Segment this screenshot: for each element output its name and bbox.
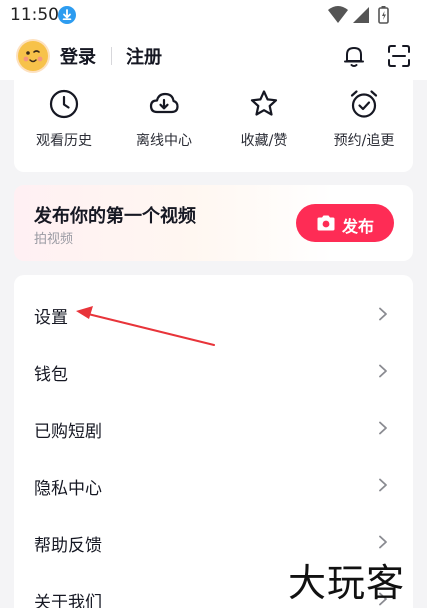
- chevron-right-icon: [379, 421, 387, 435]
- tile-watch-history[interactable]: 观看历史: [14, 80, 114, 172]
- menu-item-label: 帮助反馈: [34, 536, 102, 556]
- tile-offline-center[interactable]: 离线中心: [114, 80, 214, 172]
- publish-card: 发布你的第一个视频 拍视频 发布: [14, 185, 413, 261]
- chevron-right-icon: [379, 535, 387, 549]
- bell-icon[interactable]: [340, 42, 368, 70]
- cellular-icon: [353, 7, 369, 23]
- star-icon: [250, 90, 278, 116]
- menu-item-label: 关于我们: [34, 593, 102, 608]
- tile-label: 预约/追更: [333, 133, 395, 149]
- publish-button[interactable]: 发布: [296, 204, 394, 242]
- tile-favorites-likes[interactable]: 收藏/赞: [214, 80, 314, 172]
- menu-item-label: 钱包: [34, 365, 68, 385]
- tile-label: 观看历史: [36, 133, 92, 149]
- download-badge-icon: [58, 6, 76, 24]
- tile-label: 离线中心: [136, 133, 192, 149]
- tile-reservations[interactable]: 预约/追更: [314, 80, 414, 172]
- quick-tiles-card: 观看历史 离线中心 收藏/赞 预约/追更: [14, 80, 413, 172]
- chevron-right-icon: [379, 364, 387, 378]
- publish-title: 发布你的第一个视频: [34, 206, 196, 227]
- header-divider: [111, 47, 112, 65]
- camera-icon: [317, 215, 335, 231]
- avatar[interactable]: [16, 39, 50, 73]
- tile-label: 收藏/赞: [240, 133, 288, 149]
- status-bar: 11:50: [0, 0, 427, 30]
- chevron-right-icon: [379, 307, 387, 321]
- publish-button-label: 发布: [342, 217, 375, 236]
- menu-item-label: 隐私中心: [34, 479, 102, 499]
- watermark-text: 大玩客: [288, 561, 406, 605]
- system-icons: [327, 4, 397, 30]
- clock-icon: [49, 89, 79, 119]
- profile-header: 登录 注册: [0, 30, 427, 80]
- scan-icon[interactable]: [385, 42, 413, 70]
- menu-item-privacy-center[interactable]: 隐私中心: [14, 452, 413, 509]
- login-button[interactable]: 登录: [60, 43, 96, 69]
- status-time: 11:50: [10, 5, 59, 25]
- alarm-clock-icon: [350, 90, 378, 118]
- wifi-icon: [328, 6, 348, 23]
- menu-item-settings[interactable]: 设置: [14, 281, 413, 338]
- menu-item-label: 设置: [34, 308, 68, 328]
- publish-subtitle: 拍视频: [34, 232, 74, 247]
- battery-icon: [378, 6, 389, 24]
- chevron-right-icon: [379, 478, 387, 492]
- menu-item-purchased-dramas[interactable]: 已购短剧: [14, 395, 413, 452]
- register-button[interactable]: 注册: [126, 43, 162, 69]
- menu-item-label: 已购短剧: [34, 422, 102, 442]
- menu-item-wallet[interactable]: 钱包: [14, 338, 413, 395]
- cloud-download-icon: [149, 92, 179, 114]
